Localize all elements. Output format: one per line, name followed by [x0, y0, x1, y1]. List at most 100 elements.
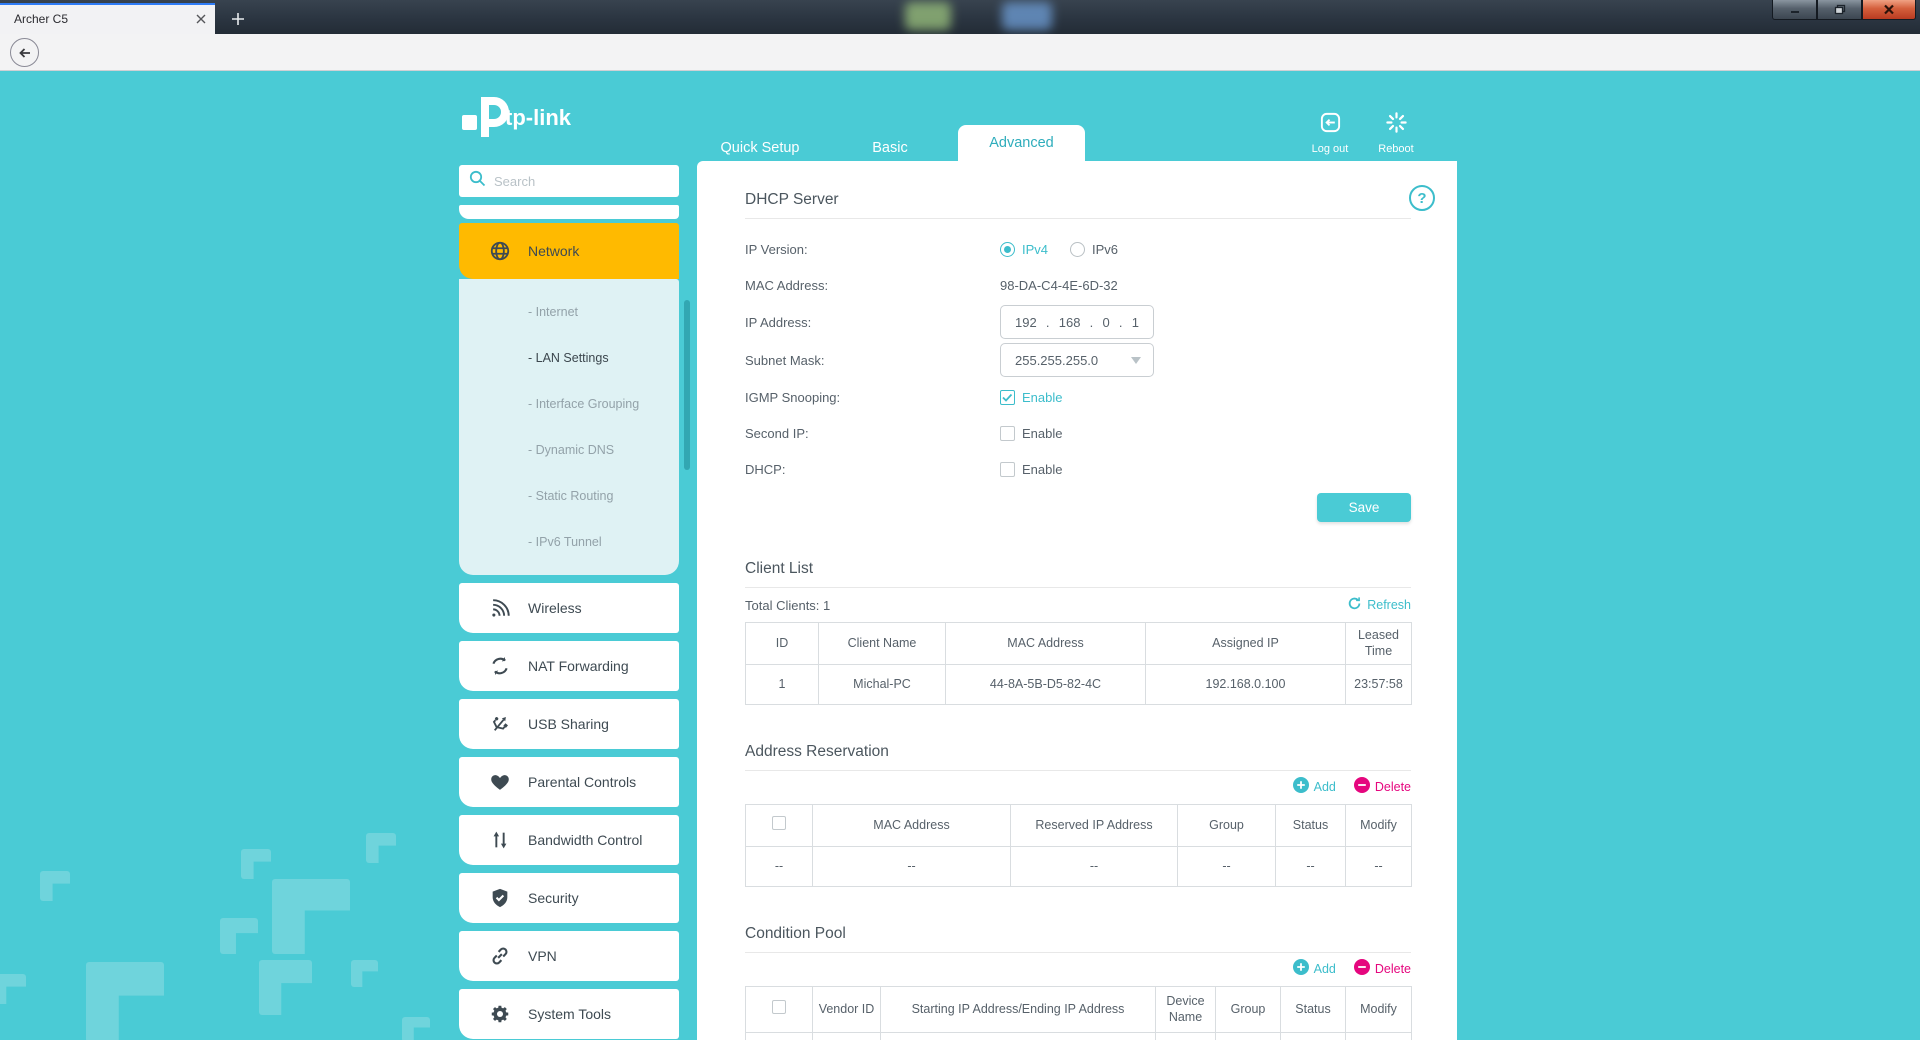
window-controls [1772, 0, 1916, 20]
cell-client-name: Michal-PC [818, 664, 946, 705]
second-ip-enable-label: Enable [1022, 425, 1063, 441]
sidebar-item-label: Network [528, 243, 580, 259]
submenu-item-static-routing[interactable]: - Static Routing [459, 473, 679, 519]
sidebar-scrollbar[interactable] [684, 300, 690, 470]
add-button[interactable]: Add [1292, 777, 1336, 796]
refresh-button[interactable]: Refresh [1347, 596, 1411, 614]
sidebar-item-vpn[interactable]: VPN [459, 931, 679, 981]
submenu-item-interface-grouping[interactable]: - Interface Grouping [459, 381, 679, 427]
sidebar-item-label: NAT Forwarding [528, 658, 629, 674]
minimize-button[interactable] [1772, 0, 1817, 20]
sidebar-item-label: USB Sharing [528, 716, 609, 732]
delete-icon [1353, 777, 1370, 796]
browser-tab[interactable]: Archer C5 [0, 3, 215, 34]
sidebar-item-partial[interactable] [459, 205, 679, 219]
column-header: Group [1177, 804, 1276, 847]
column-header: MAC Address [812, 804, 1011, 847]
condition-pool-table: Vendor ID Starting IP Address/Ending IP … [745, 986, 1412, 1040]
delete-button[interactable]: Delete [1353, 777, 1411, 796]
select-all-checkbox[interactable] [772, 1000, 786, 1015]
second-ip-label: Second IP: [745, 425, 809, 441]
sidebar-item-network[interactable]: Network [459, 223, 679, 279]
column-header: ID [745, 622, 819, 665]
address-reservation-table: MAC Address Reserved IP Address Group St… [745, 804, 1412, 887]
sidebar-item-label: VPN [528, 948, 557, 964]
close-button[interactable] [1862, 0, 1916, 20]
sidebar-search-input[interactable] [494, 173, 670, 189]
cell-mac: 44-8A-5B-D5-82-4C [945, 664, 1146, 705]
deco-square [366, 833, 396, 863]
igmp-snooping-label: IGMP Snooping: [745, 389, 841, 405]
new-tab-button[interactable] [224, 6, 252, 32]
select-all-checkbox[interactable] [772, 816, 786, 831]
deco-square [272, 879, 350, 954]
deco-square [220, 918, 258, 954]
subnet-mask-label: Subnet Mask: [745, 352, 825, 368]
up-down-arrows-icon [489, 829, 511, 851]
column-header: Device Name [1155, 986, 1216, 1033]
column-header: Leased Time [1345, 622, 1412, 665]
subnet-mask-select[interactable]: 255.255.255.0 [1000, 343, 1154, 377]
sidebar-item-bandwidth-control[interactable]: Bandwidth Control [459, 815, 679, 865]
sidebar-item-security[interactable]: Security [459, 873, 679, 923]
igmp-enable-checkbox[interactable] [1000, 389, 1015, 405]
deco-square [259, 960, 312, 1015]
section-condition-pool: Condition Pool Add Delete Vendor ID Star… [745, 925, 1412, 1040]
browser-titlebar: Archer C5 [0, 0, 1920, 34]
ip-version-label: IP Version: [745, 241, 808, 257]
igmp-enable-label: Enable [1022, 389, 1063, 405]
chevron-down-icon [1131, 356, 1141, 364]
mac-address-label: MAC Address: [745, 277, 829, 293]
column-header: Group [1215, 986, 1281, 1033]
back-button[interactable] [10, 38, 39, 67]
tab-basic[interactable]: Basic [850, 133, 930, 163]
search-icon [469, 170, 486, 192]
table-row: -- -- -- -- -- -- -- [745, 1032, 1412, 1040]
second-ip-enable-checkbox[interactable] [1000, 425, 1015, 441]
dhcp-enable-checkbox[interactable] [1000, 461, 1015, 477]
sidebar-item-nat-forwarding[interactable]: NAT Forwarding [459, 641, 679, 691]
ip-address-input[interactable]: 192. 168. 0. 1 [1000, 305, 1154, 339]
ipv4-radio[interactable] [1000, 241, 1015, 257]
delete-button[interactable]: Delete [1353, 959, 1411, 978]
deco-square [351, 960, 378, 987]
save-button[interactable]: Save [1317, 493, 1411, 522]
mac-address-value: 98-DA-C4-4E-6D-32 [1000, 277, 1118, 293]
column-header: Vendor ID [812, 986, 881, 1033]
sidebar-item-usb-sharing[interactable]: USB Sharing [459, 699, 679, 749]
tab-quick-setup[interactable]: Quick Setup [690, 133, 830, 163]
submenu-item-lan-settings[interactable]: - LAN Settings [459, 335, 679, 381]
add-button[interactable]: Add [1292, 959, 1336, 978]
tab-advanced[interactable]: Advanced [958, 125, 1085, 161]
column-header: Client Name [818, 622, 946, 665]
svg-text:tp-link: tp-link [505, 105, 572, 130]
sidebar-item-wireless[interactable]: Wireless [459, 583, 679, 633]
router-page: tp-link Quick Setup Basic Advanced Log o… [0, 71, 1920, 1040]
deco-square [40, 871, 70, 901]
column-header: Modify [1345, 804, 1412, 847]
sidebar-search-box[interactable] [459, 165, 679, 197]
cell-leased-time: 23:57:58 [1345, 664, 1412, 705]
reboot-icon [1385, 111, 1408, 139]
submenu-item-ipv6-tunnel[interactable]: - IPv6 Tunnel [459, 519, 679, 565]
globe-icon [489, 240, 511, 262]
tab-close-icon[interactable] [195, 13, 207, 25]
help-icon[interactable]: ? [1409, 185, 1435, 211]
reboot-button[interactable]: Reboot [1364, 111, 1428, 155]
dhcp-label: DHCP: [745, 461, 786, 477]
section-dhcp-server: DHCP Server IP Version: IPv4 IPv6 MAC Ad… [745, 161, 1411, 522]
client-list-table: ID Client Name MAC Address Assigned IP L… [745, 622, 1412, 705]
logout-button[interactable]: Log out [1298, 111, 1362, 155]
maximize-button[interactable] [1817, 0, 1862, 20]
section-title: Condition Pool [745, 925, 846, 942]
section-title: Client List [745, 560, 814, 577]
column-header: Modify [1345, 986, 1412, 1033]
submenu-item-dynamic-dns[interactable]: - Dynamic DNS [459, 427, 679, 473]
sidebar-item-system-tools[interactable]: System Tools [459, 989, 679, 1039]
nat-arrows-icon [489, 655, 511, 677]
content-panel: ? DHCP Server IP Version: IPv4 IPv6 MAC … [697, 161, 1457, 1040]
column-header: Reserved IP Address [1010, 804, 1178, 847]
sidebar-item-parental-controls[interactable]: Parental Controls [459, 757, 679, 807]
ipv6-radio[interactable] [1070, 241, 1086, 257]
submenu-item-internet[interactable]: - Internet [459, 289, 679, 335]
